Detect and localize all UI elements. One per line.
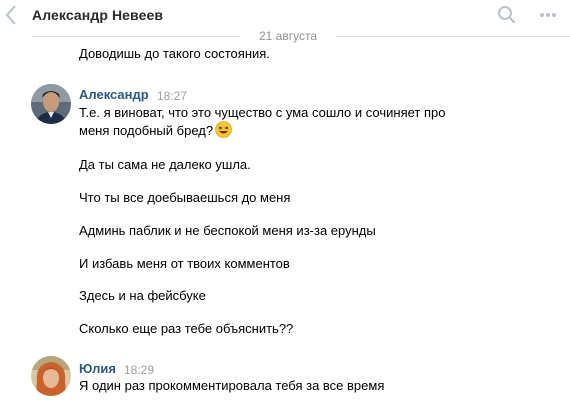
chat-header: Александр Невеев bbox=[0, 0, 570, 29]
chevron-left-icon[interactable] bbox=[4, 4, 18, 26]
message-text: И избавь меня от твоих комментов bbox=[79, 256, 290, 271]
avatar-image bbox=[31, 356, 71, 396]
message-text: Т.е. я виноват, что это чущество с ума с… bbox=[79, 105, 446, 120]
avatar[interactable] bbox=[31, 84, 71, 124]
more-dots-icon[interactable] bbox=[537, 4, 559, 24]
message-text: Я один раз прокомментировала тебя за все… bbox=[79, 378, 385, 393]
message-text: Что ты все доебываешься до меня bbox=[79, 190, 291, 205]
author-name[interactable]: Александр bbox=[79, 87, 149, 102]
date-separator: 21 августа bbox=[0, 30, 570, 44]
avatar-image bbox=[31, 84, 71, 124]
laughing-face-emoji bbox=[215, 121, 232, 138]
author-name[interactable]: Юлия bbox=[79, 361, 116, 376]
message-time[interactable]: 18:29 bbox=[124, 363, 154, 377]
message-text: Здесь и на фейсбуке bbox=[79, 288, 206, 303]
chat-title[interactable]: Александр Невеев bbox=[32, 7, 163, 23]
message-text-line: меня подобный бред? bbox=[79, 121, 232, 139]
message-text: Доводишь до такого состояния. bbox=[79, 46, 270, 61]
message-text: Сколько еще раз тебе объяснить?? bbox=[79, 321, 294, 336]
search-icon[interactable] bbox=[496, 4, 518, 24]
message-text: Да ты сама не далеко ушла. bbox=[79, 157, 251, 172]
message-text: Админь паблик и не беспокой меня из-за е… bbox=[79, 223, 376, 238]
date-label: 21 августа bbox=[240, 30, 336, 44]
avatar[interactable] bbox=[31, 356, 71, 396]
message-text: меня подобный бред? bbox=[79, 123, 214, 138]
message-time[interactable]: 18:27 bbox=[157, 89, 187, 103]
